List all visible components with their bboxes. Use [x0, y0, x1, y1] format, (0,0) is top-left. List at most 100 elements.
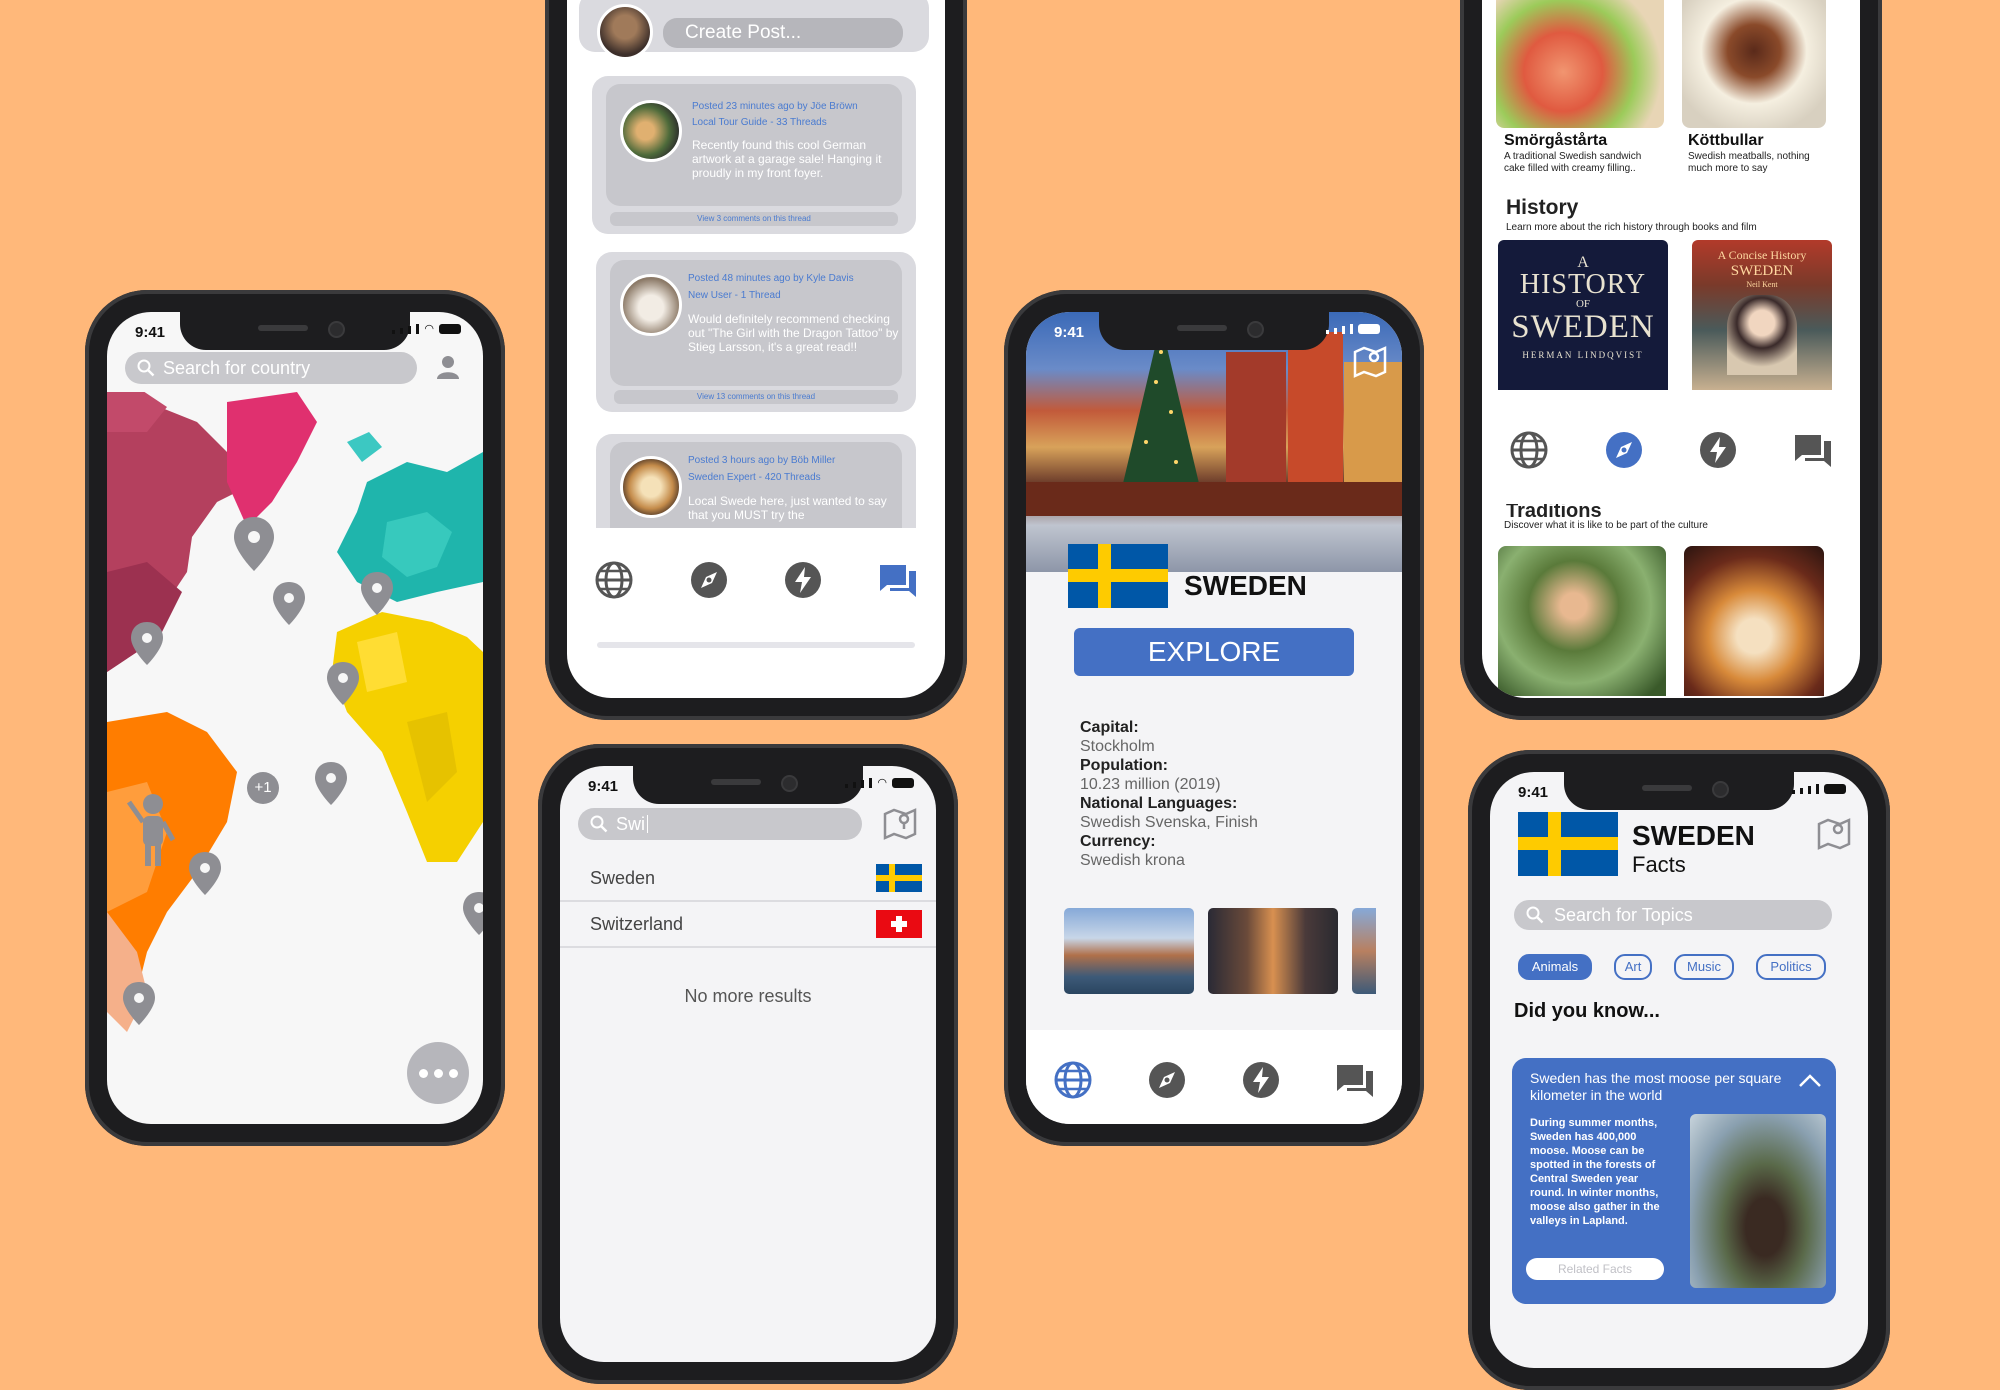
wifi-icon: ◠ — [877, 777, 887, 789]
history-book-cover[interactable]: A HISTORY OF SWEDEN HERMAN LINDQVIST — [1498, 240, 1668, 390]
bolt-icon[interactable] — [1241, 1060, 1281, 1100]
status-time: 9:41 — [1518, 784, 1549, 801]
more-icon — [418, 1068, 458, 1078]
food-name: Köttbullar — [1688, 132, 1764, 149]
fact-body: During summer months, Sweden has 400,000… — [1530, 1117, 1660, 1227]
more-button[interactable] — [407, 1042, 469, 1104]
battery-icon — [1358, 324, 1380, 334]
chevron-up-icon[interactable] — [1798, 1072, 1822, 1088]
gallery-thumbnail[interactable] — [1064, 908, 1194, 994]
gallery-thumbnail[interactable] — [1352, 908, 1376, 994]
status-icons — [1792, 784, 1846, 794]
fact-value: Swedish krona — [1080, 852, 1185, 869]
cluster-badge[interactable]: +1 — [247, 772, 279, 804]
tradition-image[interactable] — [1498, 546, 1666, 696]
map-icon[interactable] — [882, 806, 918, 842]
building — [1344, 362, 1402, 482]
country-search-input[interactable]: Search for country — [125, 352, 417, 384]
notch — [633, 766, 863, 804]
building — [1226, 352, 1286, 482]
view-comments-link[interactable]: View 13 comments on this thread — [614, 390, 898, 404]
map-icon[interactable] — [1816, 816, 1852, 852]
notch — [1099, 312, 1329, 350]
country-name: SWEDEN — [1184, 570, 1307, 601]
user-icon[interactable] — [435, 354, 461, 380]
gallery-thumbnail[interactable] — [1208, 908, 1338, 994]
topic-chip-politics[interactable]: Politics — [1756, 954, 1826, 980]
map-pin-icon[interactable] — [189, 852, 221, 895]
search-icon — [137, 359, 155, 377]
globe-icon[interactable] — [594, 560, 634, 600]
facts-screen: 9:41 SWEDEN Facts Search for Topics Anim… — [1490, 772, 1868, 1368]
map-icon[interactable] — [1352, 344, 1388, 380]
compass-icon[interactable] — [1147, 1060, 1187, 1100]
globe-icon[interactable] — [1053, 1060, 1093, 1100]
food-image[interactable] — [1496, 0, 1664, 128]
related-facts-button[interactable]: Related Facts — [1526, 1258, 1664, 1280]
switzerland-flag-icon — [876, 910, 922, 938]
search-result-row[interactable]: Sweden — [560, 856, 936, 902]
phone-map: 9:41 ◠ Search for country +1 — [85, 290, 505, 1146]
fact-label: Population: — [1080, 757, 1168, 774]
topic-search-input[interactable]: Search for Topics — [1514, 900, 1832, 930]
search-screen: 9:41 ◠ Swi Sweden Switzerland No more re… — [560, 766, 936, 1362]
status-icons — [1326, 324, 1380, 334]
book-author: HERMAN LINDQVIST — [1522, 350, 1644, 360]
map-pin-icon[interactable] — [463, 892, 483, 935]
thread-card[interactable]: Posted 48 minutes ago by Kyle Davis New … — [596, 252, 916, 412]
view-comments-link[interactable]: View 3 comments on this thread — [610, 212, 898, 226]
post-text: Local Swede here, just wanted to say tha… — [688, 494, 887, 522]
create-post-button[interactable]: Create Post... — [663, 18, 903, 48]
home-indicator — [597, 642, 915, 648]
history-book-cover[interactable]: A Concise History SWEDEN Neil Kent — [1692, 240, 1832, 390]
phone-search: 9:41 ◠ Swi Sweden Switzerland No more re… — [538, 744, 958, 1384]
search-placeholder: Search for Topics — [1554, 904, 1693, 925]
search-result-row[interactable]: Switzerland — [560, 902, 936, 948]
post-role: New User - 1 Thread — [688, 290, 781, 301]
explore-button[interactable]: EXPLORE — [1074, 628, 1354, 676]
chat-icon[interactable] — [878, 560, 918, 600]
user-avatar — [620, 456, 682, 518]
compass-icon[interactable] — [1604, 430, 1644, 475]
map-pin-icon[interactable] — [315, 762, 347, 805]
topic-chip-art[interactable]: Art — [1614, 954, 1652, 980]
bottom-nav — [1026, 1030, 1402, 1124]
book-title-line: A Concise History — [1717, 248, 1807, 262]
country-search-input[interactable]: Swi — [578, 808, 862, 840]
portrait — [1727, 295, 1797, 375]
bolt-icon[interactable] — [783, 560, 823, 600]
bolt-icon[interactable] — [1698, 430, 1738, 475]
sweden-flag-icon — [1518, 812, 1618, 876]
globe-icon[interactable] — [1509, 430, 1549, 475]
map-pin-icon[interactable] — [273, 582, 305, 625]
section-desc: Learn more about the rich history throug… — [1506, 222, 1757, 233]
chat-icon[interactable] — [1793, 430, 1833, 475]
map-pin-icon[interactable] — [234, 517, 274, 571]
wifi-icon: ◠ — [424, 323, 434, 335]
phone-culture: Smörgåstårta A traditional Swedish sandw… — [1460, 0, 1882, 720]
phone-facts: 9:41 SWEDEN Facts Search for Topics Anim… — [1468, 750, 1890, 1390]
market-stalls — [1026, 482, 1402, 516]
section-desc: Discover what it is like to be part of t… — [1504, 520, 1708, 531]
fact-label: Capital: — [1080, 719, 1139, 736]
status-icons: ◠ — [845, 777, 914, 789]
fact-card[interactable]: Sweden has the most moose per square kil… — [1512, 1058, 1836, 1304]
world-map[interactable] — [107, 392, 483, 1072]
chat-icon[interactable] — [1335, 1060, 1375, 1100]
fact-label: National Languages: — [1080, 795, 1238, 812]
topic-chip-music[interactable]: Music — [1674, 954, 1734, 980]
phone-forum: Create Post... Posted 23 minutes ago by … — [545, 0, 967, 720]
post-meta: Posted 3 hours ago by Böb Miller — [688, 455, 836, 466]
book-title-line: SWEDEN — [1730, 263, 1794, 279]
compass-icon[interactable] — [689, 560, 729, 600]
book-title-line: HISTORY — [1519, 269, 1647, 300]
book-author: Neil Kent — [1746, 280, 1778, 289]
tradition-image[interactable] — [1684, 546, 1824, 696]
topic-chip-animals[interactable]: Animals — [1518, 954, 1592, 980]
map-pin-icon[interactable] — [361, 572, 393, 615]
food-image[interactable] — [1682, 0, 1826, 128]
user-avatar — [620, 274, 682, 336]
topic-chips: Animals Art Music Politics — [1518, 954, 1838, 980]
thread-card[interactable]: Posted 23 minutes ago by Jöe Bröwn Local… — [592, 76, 916, 234]
map-pin-icon[interactable] — [131, 622, 163, 665]
